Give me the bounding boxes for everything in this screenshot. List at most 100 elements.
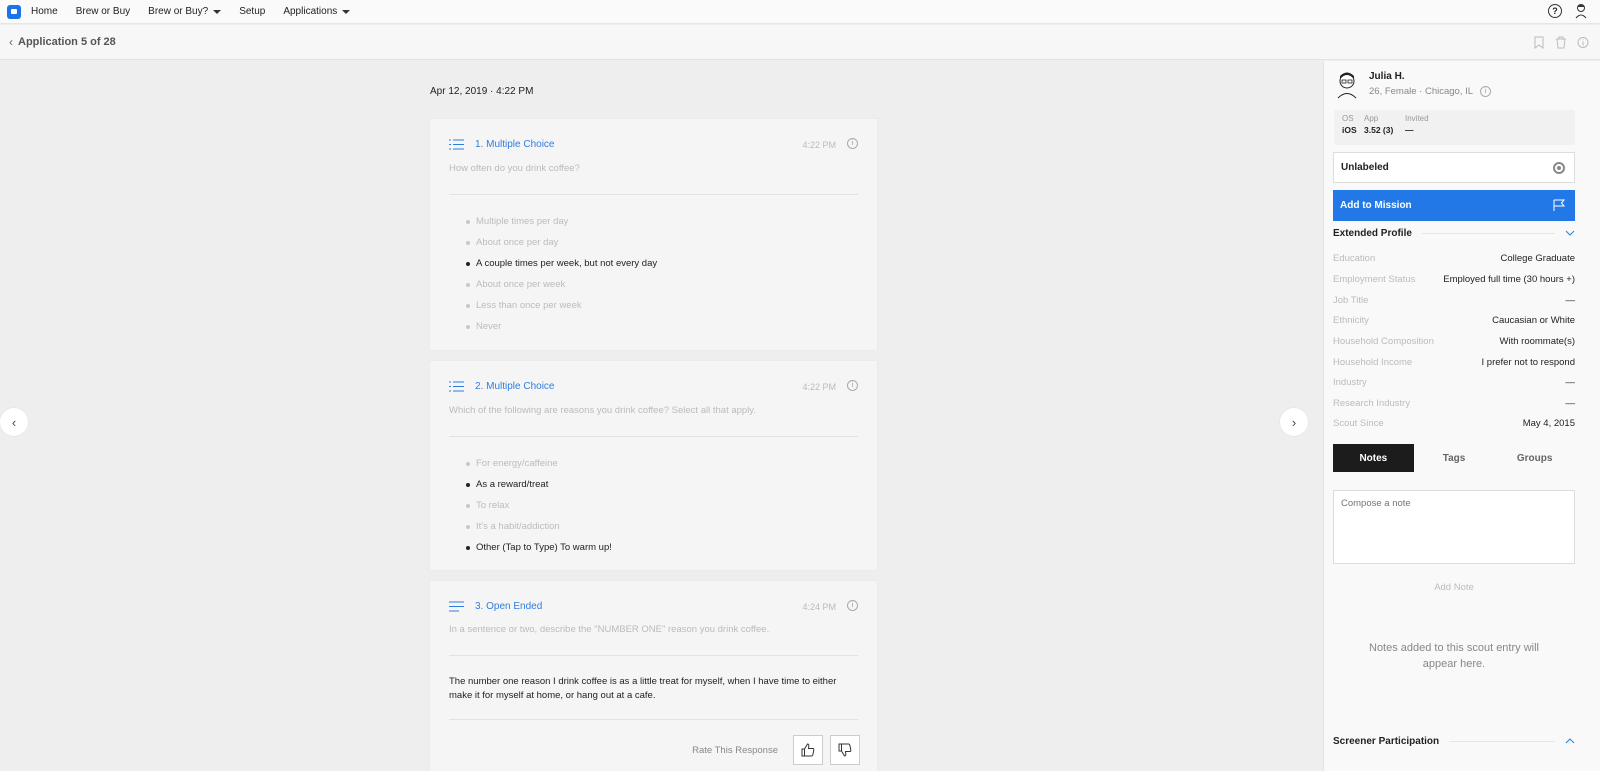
answer-text: The number one reason I drink coffee is … — [449, 676, 837, 701]
option-list: Multiple times per day About once per da… — [465, 216, 657, 342]
bookmark-icon[interactable] — [1533, 36, 1545, 49]
question-type: 3. Open Ended — [475, 601, 543, 612]
tab-tags[interactable]: Tags — [1414, 444, 1495, 472]
divider — [449, 655, 858, 656]
nav-brew-or-buy-dropdown[interactable]: Brew or Buy? — [148, 6, 222, 17]
option-list: For energy/caffeine As a reward/treat To… — [466, 458, 612, 563]
info-icon[interactable]: i — [1480, 86, 1491, 97]
top-nav: Home Brew or Buy Brew or Buy? Setup Appl… — [0, 0, 1600, 24]
help-icon[interactable]: ? — [1548, 4, 1562, 18]
thumbs-down-icon — [838, 743, 852, 757]
question-card-3: 3. Open Ended 4:24 PM i In a sentence or… — [429, 580, 878, 771]
meta-os: OS iOS — [1342, 114, 1357, 135]
extended-key: Industry — [1333, 377, 1367, 388]
question-text: In a sentence or two, describe the "NUMB… — [449, 624, 770, 635]
extended-row: Ethnicity Caucasian or White — [1333, 315, 1575, 326]
nav-applications-label: Applications — [283, 6, 338, 17]
question-text: How often do you drink coffee? — [449, 163, 580, 174]
chevron-right-icon: › — [1291, 414, 1297, 430]
extended-value: With roommate(s) — [1499, 336, 1575, 347]
trash-icon[interactable] — [1555, 36, 1567, 49]
question-header: 1. Multiple Choice — [449, 139, 554, 150]
tab-groups[interactable]: Groups — [1494, 444, 1575, 472]
meta-invited-value: — — [1405, 125, 1414, 135]
info-icon[interactable]: i — [847, 138, 858, 149]
extended-key: Education — [1333, 253, 1376, 264]
label-value: Unlabeled — [1341, 162, 1389, 173]
add-note-button[interactable]: Add Note — [1333, 582, 1575, 593]
extended-value: Caucasian or White — [1492, 315, 1575, 326]
sub-header: ‹ Application 5 of 28 — [0, 25, 1600, 60]
back-chevron-icon[interactable]: ‹ — [9, 35, 13, 49]
extended-row: Scout Since May 4, 2015 — [1333, 418, 1575, 429]
info-icon[interactable]: i — [847, 380, 858, 391]
meta-app-label: App — [1364, 114, 1379, 123]
extended-key: Job Title — [1333, 295, 1369, 306]
option-item-selected: Other (Tap to Type) To warm up! — [466, 542, 612, 563]
nav-home-label: Home — [31, 6, 58, 17]
extended-row: Household Composition With roommate(s) — [1333, 336, 1575, 347]
response-date: Apr 12, 2019 · 4:22 PM — [430, 86, 534, 97]
divider — [1421, 232, 1555, 234]
extended-value: — — [1565, 377, 1576, 388]
next-application-button[interactable]: › — [1280, 408, 1308, 436]
nav-home[interactable]: Home — [31, 6, 58, 17]
extended-value: I prefer not to respond — [1481, 357, 1575, 368]
nav-applications[interactable]: Applications — [283, 6, 351, 17]
info-icon[interactable]: i — [847, 600, 858, 611]
meta-app-value: 3.52 (3) — [1364, 125, 1394, 135]
nav-brew-or-buy[interactable]: Brew or Buy — [76, 6, 130, 17]
question-type: 2. Multiple Choice — [475, 381, 555, 392]
user-avatar-icon[interactable] — [1574, 3, 1588, 19]
label-selector[interactable]: Unlabeled — [1333, 152, 1575, 183]
text-lines-icon — [449, 601, 464, 612]
notes-empty-state: Notes added to this scout entry will app… — [1369, 642, 1539, 670]
extended-row: Job Title — — [1333, 295, 1575, 306]
option-item-selected: As a reward/treat — [466, 479, 612, 500]
compose-note-input[interactable] — [1333, 490, 1575, 564]
option-item: About once per day — [465, 237, 657, 258]
option-item: For energy/caffeine — [466, 458, 612, 479]
caret-down-icon — [342, 9, 351, 14]
prev-application-button[interactable]: ‹ — [0, 408, 28, 436]
meta-app: App 3.52 (3) — [1364, 114, 1393, 135]
app-logo-icon[interactable] — [7, 4, 21, 19]
profile-sidebar: Julia H. 26, Female · Chicago, IL i OS i… — [1323, 61, 1600, 771]
add-to-mission-button[interactable]: Add to Mission — [1333, 190, 1575, 221]
option-item: To relax — [466, 500, 612, 521]
info-icon[interactable] — [1577, 36, 1589, 49]
question-time: 4:24 PM — [802, 602, 836, 612]
thumbs-down-button[interactable] — [830, 735, 860, 765]
nav-setup[interactable]: Setup — [239, 6, 265, 17]
option-item: Never — [465, 321, 657, 342]
question-time: 4:22 PM — [802, 382, 836, 392]
extended-profile-header[interactable]: Extended Profile — [1333, 226, 1575, 240]
tab-notes[interactable]: Notes — [1333, 444, 1414, 472]
nav-brew-or-buy-label: Brew or Buy — [75, 6, 131, 17]
thumbs-up-button[interactable] — [793, 735, 823, 765]
extended-value: College Graduate — [1500, 253, 1575, 264]
target-icon — [1553, 162, 1565, 174]
avatar — [1337, 72, 1357, 99]
option-item: About once per week — [465, 279, 657, 300]
extended-key: Scout Since — [1333, 418, 1384, 429]
meta-invited: Invited — — [1405, 114, 1429, 135]
question-card-1: 1. Multiple Choice 4:22 PM i How often d… — [429, 118, 878, 351]
extended-value: Employed full time (30 hours +) — [1443, 274, 1575, 285]
option-item: Multiple times per day — [465, 216, 657, 237]
flag-icon — [1553, 199, 1565, 211]
divider — [449, 436, 858, 437]
profile-name: Julia H. — [1369, 71, 1405, 82]
question-type: 1. Multiple Choice — [475, 139, 555, 150]
extended-profile-title: Extended Profile — [1333, 227, 1412, 239]
nav-setup-label: Setup — [239, 6, 266, 17]
question-header: 2. Multiple Choice — [449, 381, 554, 392]
question-card-2: 2. Multiple Choice 4:22 PM i Which of th… — [429, 360, 878, 571]
screener-participation-header[interactable]: Screener Participation — [1333, 734, 1575, 748]
extended-row: Employment Status Employed full time (30 … — [1333, 274, 1575, 285]
extended-key: Household Income — [1333, 357, 1413, 368]
rate-label: Rate This Response — [692, 744, 778, 756]
add-to-mission-label: Add to Mission — [1340, 200, 1412, 211]
extended-row: Research Industry — — [1333, 398, 1575, 409]
screener-participation-title: Screener Participation — [1333, 735, 1440, 747]
